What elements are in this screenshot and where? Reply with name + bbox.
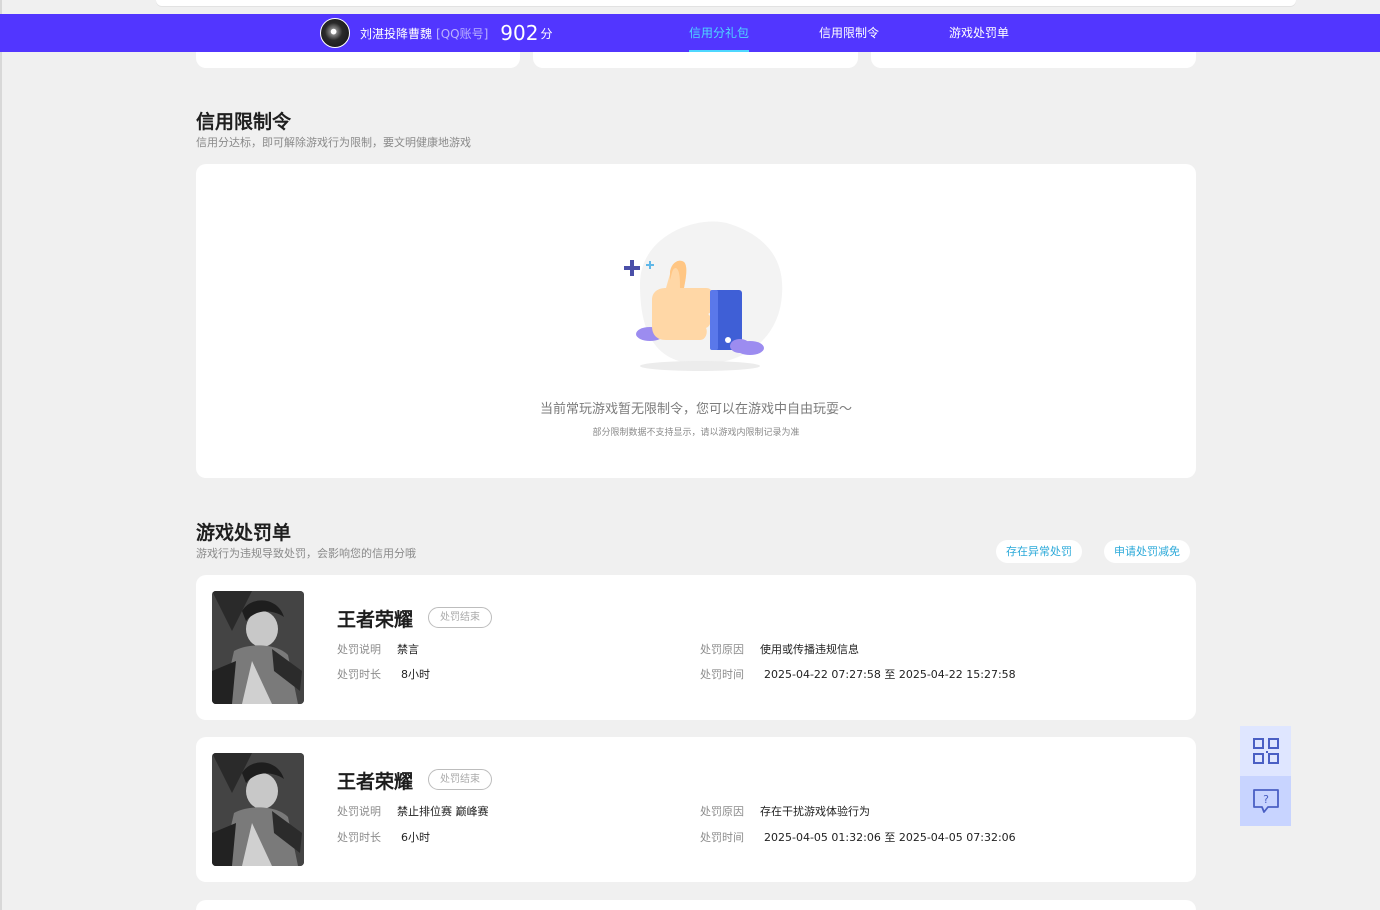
game-hero-image [212,591,304,704]
punish-time-label: 处罚时间 [700,668,744,681]
punishment-card[interactable]: 王者荣耀 处罚结束 处罚说明 禁止排位赛 巅峰赛 处罚时长 6小时 处罚原因 存… [196,737,1196,882]
thumbs-up-icon [624,221,783,371]
qr-code-icon [1252,738,1279,764]
svg-text:?: ? [1263,793,1269,806]
punish-time-label: 处罚时间 [700,831,744,844]
punish-reason-value: 存在干扰游戏体验行为 [760,805,870,818]
tab-game-punishment[interactable]: 游戏处罚单 [949,14,1009,52]
abnormal-punishment-button[interactable]: 存在异常处罚 [996,540,1082,563]
game-name: 王者荣耀 [337,771,414,793]
user-info: 刘湛投降曹魏 [QQ账号] 902 分 [320,18,552,48]
restriction-section-title: 信用限制令 [196,111,292,133]
user-name: 刘湛投降曹魏 [360,26,433,41]
punish-duration-label: 处罚时长 [337,668,381,681]
avatar[interactable] [320,18,350,48]
qr-code-button[interactable] [1240,726,1291,776]
credit-score-unit: 分 [540,26,553,41]
apply-reduction-button[interactable]: 申请处罚减免 [1104,540,1190,563]
help-chat-icon: ? [1252,789,1279,813]
tab-credit-gift[interactable]: 信用分礼包 [689,14,750,52]
punishment-card[interactable] [196,900,1196,910]
restriction-section-subtitle: 信用分达标，即可解除游戏行为限制，要文明健康地游戏 [196,136,471,149]
gift-card[interactable] [533,52,858,68]
top-card-strip [156,0,1296,6]
punish-duration-label: 处罚时长 [337,831,381,844]
credit-score: 902 [500,21,539,45]
restriction-empty-note: 部分限制数据不支持显示，请以游戏内限制记录为准 [592,428,800,438]
tab-credit-restriction[interactable]: 信用限制令 [819,14,879,52]
punish-duration-value: 6小时 [401,831,430,844]
punish-reason-label: 处罚原因 [700,805,744,818]
gift-card[interactable] [196,52,520,68]
gift-card[interactable] [871,52,1196,68]
punish-desc-value: 禁言 [397,643,419,656]
punishment-card[interactable]: 王者荣耀 处罚结束 处罚说明 禁言 处罚时长 8小时 处罚原因 使用或传播违规信… [196,575,1196,720]
punish-time-value: 2025-04-22 07:27:58 至 2025-04-22 15:27:5… [764,668,1016,681]
punishment-section-title: 游戏处罚单 [196,522,292,544]
punish-reason-value: 使用或传播违规信息 [760,643,859,656]
restriction-empty-message: 当前常玩游戏暂无限制令，您可以在游戏中自由玩耍～ [539,402,852,417]
game-hero-image [212,753,304,866]
punishment-section-subtitle: 游戏行为违规导致处罚，会影响您的信用分哦 [196,547,416,560]
game-name: 王者荣耀 [337,609,414,631]
page-left-edge [0,0,2,910]
main-nav: 信用分礼包 信用限制令 游戏处罚单 [689,14,1079,52]
punish-desc-value: 禁止排位赛 巅峰赛 [397,805,489,818]
top-header-bar: 刘湛投降曹魏 [QQ账号] 902 分 信用分礼包 信用限制令 游戏处罚单 [0,14,1380,52]
punish-time-value: 2025-04-05 01:32:06 至 2025-04-05 07:32:0… [764,831,1016,844]
restriction-empty-panel: 当前常玩游戏暂无限制令，您可以在游戏中自由玩耍～ 部分限制数据不支持显示，请以游… [196,164,1196,478]
status-badge: 处罚结束 [428,769,492,790]
punish-duration-value: 8小时 [401,668,430,681]
punish-desc-label: 处罚说明 [337,643,381,656]
punish-reason-label: 处罚原因 [700,643,744,656]
punish-desc-label: 处罚说明 [337,805,381,818]
user-account-tag: [QQ账号] [436,26,489,41]
status-badge: 处罚结束 [428,607,492,628]
help-button[interactable]: ? [1240,776,1291,826]
